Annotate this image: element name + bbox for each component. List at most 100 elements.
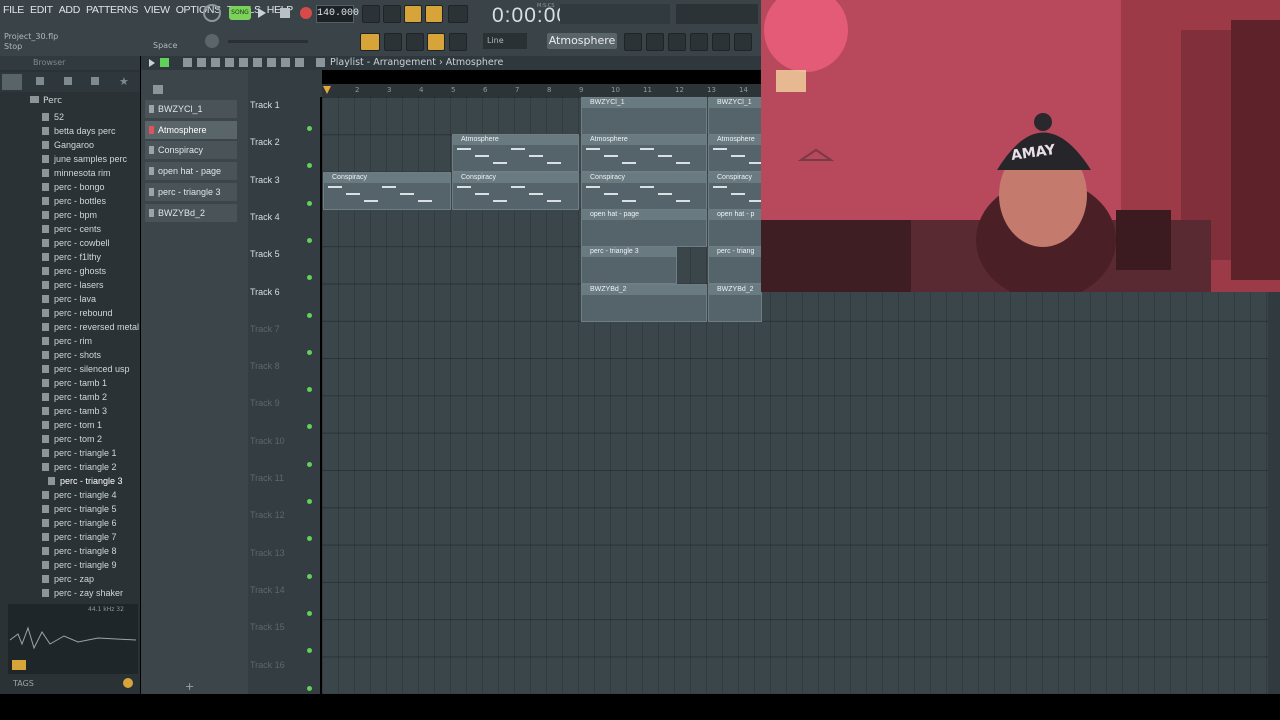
track-name[interactable]: Track 9 (250, 398, 280, 408)
clip-list-item[interactable]: perc - triangle 3 (145, 182, 237, 201)
clip-list-menu-icon[interactable] (153, 85, 163, 94)
browser-item[interactable]: minnesota rim (42, 166, 111, 180)
slip-tool-icon[interactable] (239, 58, 248, 67)
browser-item[interactable]: june samples perc (42, 152, 127, 166)
track-name[interactable]: Track 6 (250, 287, 280, 297)
timeline-ruler[interactable]: 2 3 4 5 6 7 8 9 10 11 12 13 14 (322, 84, 762, 97)
clip-list-item[interactable]: BWZYCl_1 (145, 100, 237, 118)
browser-item[interactable]: perc - triangle 9 (42, 558, 117, 572)
tags-label[interactable]: TAGS (13, 679, 34, 688)
track-led[interactable] (307, 685, 312, 691)
playlist-clip[interactable]: perc - triang (708, 246, 762, 285)
browser-item[interactable]: Gangaroo (42, 138, 94, 152)
browser-item[interactable]: perc - tom 1 (42, 418, 102, 432)
browser-item[interactable]: perc - f1lthy (42, 250, 101, 264)
link-icon[interactable] (427, 33, 445, 51)
browser-item[interactable]: perc - tamb 3 (42, 404, 107, 418)
browser-item[interactable]: perc - rim (42, 334, 92, 348)
playlist-clip[interactable]: Atmosphere (452, 134, 579, 173)
speaker-icon[interactable] (295, 58, 304, 67)
playlist-clip[interactable]: BWZYCl_1 (581, 97, 707, 135)
paint-tool-icon[interactable] (197, 58, 206, 67)
playlist-clip[interactable]: open hat - page (581, 208, 707, 247)
collapse-icon[interactable] (36, 77, 44, 85)
browser-item[interactable]: perc - lava (42, 292, 96, 306)
browser-item[interactable]: perc - triangle 6 (42, 516, 117, 530)
playlist-clip[interactable]: Atmosphere (581, 134, 707, 173)
browser-item[interactable]: 52 (42, 110, 64, 124)
delete-tool-icon[interactable] (211, 58, 220, 67)
clip-list-item[interactable]: Conspiracy (145, 141, 237, 160)
piano-roll-icon[interactable] (668, 33, 686, 51)
playlist-clip[interactable]: BWZYBd_2 (708, 283, 762, 322)
track-name[interactable]: Track 3 (250, 175, 280, 185)
track-led[interactable] (307, 461, 312, 467)
browser-item[interactable]: perc - cowbell (42, 236, 110, 250)
playlist-clip[interactable]: Conspiracy (708, 171, 762, 210)
browser-toggle-icon[interactable] (712, 33, 730, 51)
browser-item[interactable]: perc - bpm (42, 208, 97, 222)
browser-item[interactable]: perc - lasers (42, 278, 104, 292)
select-tool-icon[interactable] (267, 58, 276, 67)
browser-item[interactable]: betta days perc (42, 124, 116, 138)
stamp-icon[interactable] (449, 33, 467, 51)
mute-tool-icon[interactable] (225, 58, 234, 67)
browser-item[interactable]: perc - silenced usp (42, 362, 130, 376)
browser-item[interactable]: perc - triangle 8 (42, 544, 117, 558)
step-edit-icon[interactable] (425, 5, 443, 23)
playlist-clip[interactable]: BWZYCl_1 (708, 97, 762, 135)
track-led[interactable] (307, 349, 312, 355)
playlist-clip[interactable]: perc - triangle 3 (581, 246, 677, 285)
browser-item[interactable]: perc - tamb 1 (42, 376, 107, 390)
browser-item[interactable]: perc - triangle 3 (48, 474, 123, 488)
playlist-clip[interactable]: Conspiracy (452, 171, 579, 210)
menu-edit[interactable]: EDIT (27, 4, 56, 22)
arrow-right-icon[interactable] (384, 33, 402, 51)
channel-rack-icon[interactable] (646, 33, 664, 51)
playlist-menu-icon[interactable] (316, 58, 325, 67)
browser-item[interactable]: perc - triangle 1 (42, 446, 117, 460)
master-pitch-slider[interactable] (228, 40, 308, 43)
browser-options-icon[interactable] (2, 74, 22, 90)
playlist-play-icon[interactable] (149, 59, 155, 67)
playlist-clip[interactable]: Atmosphere (708, 134, 762, 173)
browser-item[interactable]: perc - tom 2 (42, 432, 102, 446)
track-led[interactable] (307, 237, 312, 243)
browser-item[interactable]: perc - ghosts (42, 264, 106, 278)
track-name[interactable]: Track 8 (250, 361, 280, 371)
browser-item[interactable]: perc - tamb 2 (42, 390, 107, 404)
track-led[interactable] (307, 312, 312, 318)
menu-view[interactable]: VIEW (141, 4, 173, 22)
tempo-display[interactable]: 140.000 (316, 5, 359, 23)
menu-file[interactable]: FILE (0, 4, 27, 22)
playlist-clip[interactable]: open hat - p (708, 208, 762, 247)
arrows-icon[interactable] (64, 77, 72, 85)
clip-list-item[interactable]: Atmosphere (145, 120, 237, 139)
loop-record-icon[interactable] (448, 5, 468, 23)
mixer-icon[interactable] (624, 33, 642, 51)
browser-item[interactable]: perc - triangle 2 (42, 460, 117, 474)
pattern-selector[interactable]: Atmosphere (547, 33, 617, 49)
star-icon[interactable]: ★ (119, 75, 129, 88)
browser-item[interactable]: perc - zap (42, 572, 94, 586)
draw-tool-icon[interactable] (183, 58, 192, 67)
track-name[interactable]: Track 16 (250, 660, 285, 670)
wait-record-icon[interactable] (383, 5, 401, 23)
browser-item[interactable]: perc - bottles (42, 194, 106, 208)
playlist-clip[interactable]: BWZYBd_2 (581, 283, 707, 322)
add-track-icon[interactable]: + (185, 680, 194, 693)
master-volume-knob[interactable] (205, 34, 219, 48)
track-name[interactable]: Track 5 (250, 249, 280, 259)
track-name[interactable]: Track 2 (250, 137, 280, 147)
pencil-icon[interactable] (406, 33, 424, 51)
magnet-icon[interactable] (160, 58, 169, 67)
browser-item[interactable]: perc - triangle 5 (42, 502, 117, 516)
zoom-tool-icon[interactable] (281, 58, 290, 67)
track-name[interactable]: Track 7 (250, 324, 280, 334)
browser-item[interactable]: perc - reversed metal (42, 320, 139, 334)
browser-search-icon[interactable] (123, 678, 133, 688)
menu-add[interactable]: ADD (56, 4, 83, 22)
track-name[interactable]: Track 1 (250, 100, 280, 110)
slice-tool-icon[interactable] (253, 58, 262, 67)
countdown-icon[interactable] (404, 5, 422, 23)
